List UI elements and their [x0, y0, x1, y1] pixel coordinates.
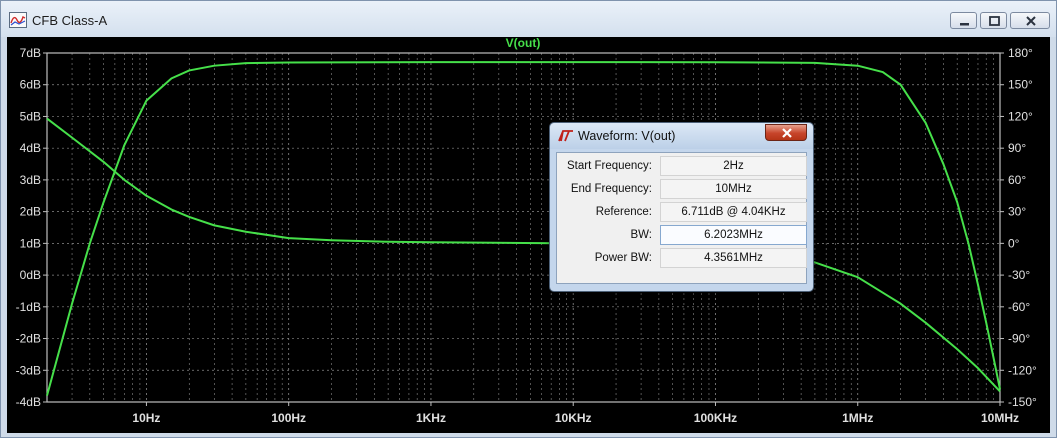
dialog-body: Start Frequency: 2Hz End Frequency: 10MH… — [556, 152, 807, 284]
window-title: CFB Class-A — [32, 13, 108, 28]
lt-logo-icon — [558, 130, 573, 142]
power-bw-label: Power BW: — [594, 252, 652, 264]
y-left-tick-label: 7dB — [20, 46, 41, 60]
close-button[interactable] — [1010, 12, 1050, 29]
start-frequency-field[interactable]: 2Hz — [660, 156, 807, 176]
reference-label: Reference: — [595, 206, 652, 218]
x-tick-label: 100KHz — [694, 411, 737, 425]
x-tick-label: 1KHz — [416, 411, 446, 425]
minimize-icon — [960, 23, 969, 26]
bw-label: BW: — [630, 229, 652, 241]
y-right-tick-label: 60° — [1008, 173, 1026, 187]
y-right-tick-label: -120° — [1008, 363, 1037, 377]
start-frequency-label: Start Frequency: — [566, 160, 652, 172]
y-left-tick-label: 4dB — [20, 141, 41, 155]
y-right-tick-label: -90° — [1008, 332, 1030, 346]
plot-axes: 7dB 6dB 5dB 4dB 3dB 2dB 1dB 0dB -1dB -2dB -3dB -4dB… — [16, 46, 1037, 425]
plot-frame — [46, 52, 1001, 403]
phase-trace[interactable] — [46, 117, 1001, 393]
power-bw-row: Power BW: 4.3561MHz — [557, 248, 807, 270]
x-tick-label: 100Hz — [271, 411, 306, 425]
y-left-tick-label: 6dB — [20, 78, 41, 92]
reference-field[interactable]: 6.711dB @ 4.04KHz — [660, 202, 807, 222]
y-left-tick-label: -4dB — [16, 395, 41, 409]
end-frequency-field[interactable]: 10MHz — [660, 179, 807, 199]
start-frequency-row: Start Frequency: 2Hz — [557, 156, 807, 178]
y-left-tick-label: -1dB — [16, 300, 41, 314]
x-tick-label: 10KHz — [555, 411, 592, 425]
dialog-close-button[interactable] — [765, 124, 807, 141]
y-left-tick-label: 1dB — [20, 236, 41, 250]
y-left-tick-label: 2dB — [20, 205, 41, 219]
trace-group — [46, 61, 1001, 396]
x-tick-label: 1MHz — [842, 411, 873, 425]
bw-row: BW: 6.2023MHz — [557, 225, 807, 247]
x-tick-label: 10Hz — [132, 411, 160, 425]
y-right-tick-label: 0° — [1008, 236, 1020, 250]
x-tick-label: 10MHz — [981, 411, 1019, 425]
magnitude-trace[interactable] — [46, 61, 1001, 396]
dialog-title: Waveform: V(out) — [578, 129, 676, 143]
bode-plot[interactable]: V(out) 7dB 6dB 5dB 4dB 3dB 2dB 1dB 0dB -1dB -2dB -… — [7, 36, 1050, 433]
plot-title[interactable]: V(out) — [506, 36, 541, 50]
waveform-dialog: Waveform: V(out) Start Frequency: 2Hz En… — [549, 122, 814, 292]
close-icon — [782, 128, 792, 138]
y-left-tick-label: 0dB — [20, 268, 41, 282]
end-frequency-label: End Frequency: — [570, 183, 652, 195]
reference-row: Reference: 6.711dB @ 4.04KHz — [557, 202, 807, 224]
close-icon — [1026, 16, 1036, 26]
bw-field[interactable]: 6.2023MHz — [660, 225, 807, 245]
minimize-button[interactable] — [950, 12, 977, 29]
y-right-tick-label: -30° — [1008, 268, 1030, 282]
y-right-tick-label: 120° — [1008, 109, 1033, 123]
power-bw-field[interactable]: 4.3561MHz — [660, 248, 807, 268]
window-controls — [950, 12, 1050, 32]
y-right-tick-label: 90° — [1008, 141, 1026, 155]
y-right-tick-label: 150° — [1008, 78, 1033, 92]
y-left-tick-label: -2dB — [16, 332, 41, 346]
end-frequency-row: End Frequency: 10MHz — [557, 179, 807, 201]
y-right-tick-label: -150° — [1008, 395, 1037, 409]
dialog-title-bar[interactable]: Waveform: V(out) — [550, 123, 813, 149]
plot-pane[interactable]: V(out) 7dB 6dB 5dB 4dB 3dB 2dB 1dB 0dB -1dB -2dB -… — [7, 36, 1050, 433]
waveform-app-icon — [9, 12, 27, 28]
y-left-tick-label: 3dB — [20, 173, 41, 187]
restore-icon — [989, 16, 1000, 26]
restore-button[interactable] — [980, 12, 1007, 29]
y-left-tick-label: 5dB — [20, 109, 41, 123]
y-right-tick-label: -60° — [1008, 300, 1030, 314]
title-bar[interactable]: CFB Class-A — [1, 1, 1056, 37]
y-right-tick-label: 180° — [1008, 46, 1033, 60]
y-right-tick-label: 30° — [1008, 205, 1026, 219]
plot-grid — [46, 52, 1001, 403]
y-left-tick-label: -3dB — [16, 363, 41, 377]
waveform-window: CFB Class-A V(out) 7dB 6dB 5dB 4dB 3dB 2dB 1dB… — [0, 0, 1057, 438]
